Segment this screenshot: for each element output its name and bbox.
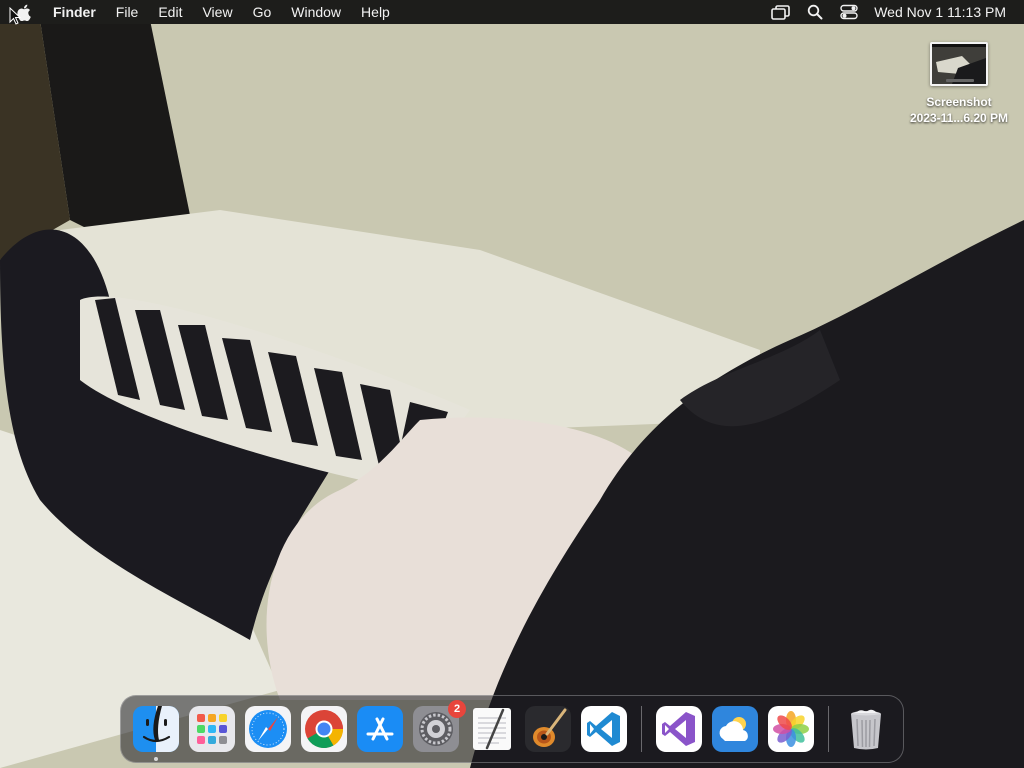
dock: 2 (120, 695, 904, 763)
app-menu-finder[interactable]: Finder (47, 0, 106, 24)
dock-system-settings[interactable]: 2 (413, 700, 466, 752)
launchpad-icon (189, 706, 235, 752)
photos-icon (768, 706, 814, 752)
control-center-icon (840, 4, 858, 20)
dock-vscode[interactable] (581, 706, 627, 752)
wallpaper-photo (0, 0, 1024, 768)
garageband-icon (525, 706, 571, 752)
dock-separator (641, 706, 642, 752)
screen-mirroring-button[interactable] (764, 0, 798, 24)
dock-safari[interactable] (245, 706, 291, 752)
mouse-pointer-icon (9, 6, 22, 30)
menu-bar: Finder File Edit View Go Window Help Wed… (0, 0, 1024, 24)
trash-icon (851, 709, 881, 750)
spotlight-button[interactable] (798, 0, 832, 24)
file-thumbnail (930, 42, 988, 86)
weather-icon (712, 706, 758, 752)
screen-mirroring-icon (771, 5, 791, 20)
notification-badge: 2 (448, 700, 466, 718)
menu-window[interactable]: Window (281, 0, 351, 24)
file-name-line2: 2023-11...6.20 PM (909, 111, 1009, 125)
dock-visual-studio[interactable] (656, 706, 702, 752)
dock-garageband[interactable] (525, 706, 571, 752)
vscode-icon (581, 706, 627, 752)
file-name-line1: Screenshot (926, 95, 992, 109)
dock-chrome[interactable] (301, 706, 347, 752)
screenshot-thumbnail-icon (932, 44, 986, 84)
chrome-icon (301, 706, 347, 752)
control-center-button[interactable] (832, 0, 866, 24)
textedit-icon (473, 708, 511, 750)
desktop-file-screenshot[interactable]: Screenshot 2023-11...6.20 PM (898, 42, 1020, 126)
spotlight-search-icon (808, 4, 823, 20)
dock-separator (828, 706, 829, 752)
finder-icon (133, 706, 179, 752)
menu-view[interactable]: View (192, 0, 242, 24)
visual-studio-icon (656, 706, 702, 752)
dock-trash[interactable] (843, 706, 889, 752)
dock-app-store[interactable] (357, 706, 403, 752)
desktop-wallpaper (0, 0, 1024, 768)
menu-edit[interactable]: Edit (148, 0, 192, 24)
dock-weather[interactable] (712, 706, 758, 752)
dock-photos[interactable] (768, 706, 814, 752)
running-indicator (154, 757, 158, 761)
dock-textedit[interactable] (469, 706, 515, 752)
status-area: Wed Nov 1 11:13 PM (764, 0, 1024, 24)
menubar-clock[interactable]: Wed Nov 1 11:13 PM (866, 4, 1014, 20)
menu-file[interactable]: File (106, 0, 149, 24)
menu-help[interactable]: Help (351, 0, 400, 24)
safari-icon (245, 706, 291, 752)
dock-finder[interactable] (133, 706, 179, 761)
dock-launchpad[interactable] (189, 706, 235, 752)
app-store-icon (357, 706, 403, 752)
menu-go[interactable]: Go (243, 0, 282, 24)
